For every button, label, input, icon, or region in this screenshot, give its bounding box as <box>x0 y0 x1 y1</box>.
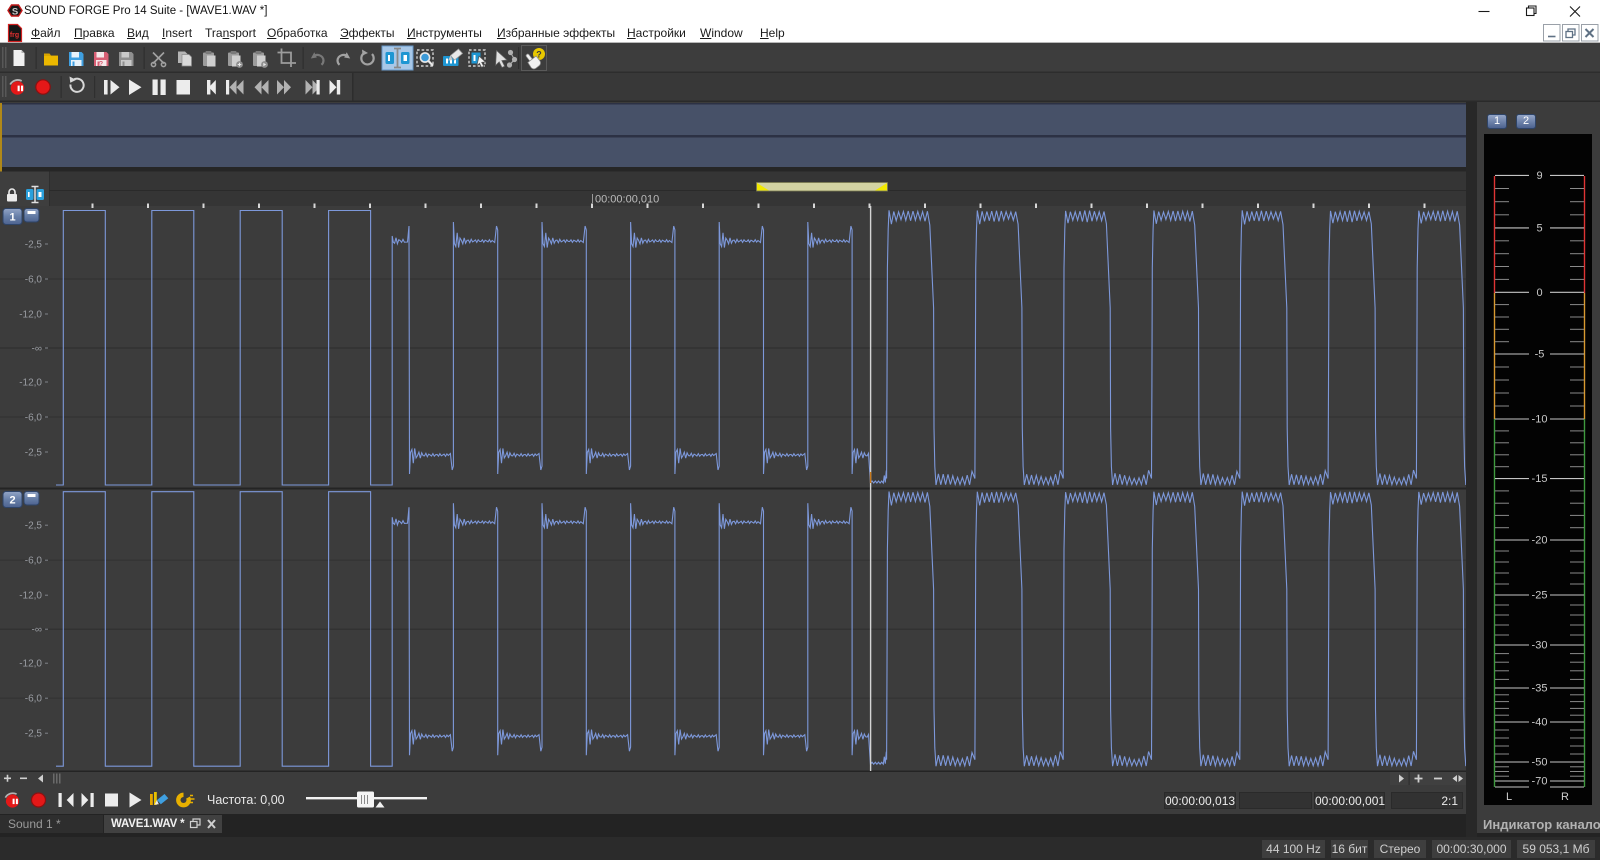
svg-text:-15: -15 <box>1532 473 1548 485</box>
svg-text:-6,0: -6,0 <box>25 275 43 286</box>
svg-text:-12,0: -12,0 <box>19 310 42 321</box>
svg-text:-50: -50 <box>1532 757 1548 769</box>
svg-text:-6,0: -6,0 <box>25 556 43 567</box>
svg-text:-12,0: -12,0 <box>19 591 42 602</box>
svg-text:-12,0: -12,0 <box>19 659 42 670</box>
svg-text:S: S <box>12 7 18 18</box>
svg-text:-10: -10 <box>1532 414 1548 426</box>
svg-text:-25: -25 <box>1532 590 1548 602</box>
svg-text:-2,5: -2,5 <box>25 240 43 251</box>
svg-text:5: 5 <box>1536 222 1542 234</box>
svg-text:-∞: -∞ <box>32 344 42 355</box>
svg-text:L: L <box>1506 791 1512 803</box>
svg-text:-6,0: -6,0 <box>25 694 43 705</box>
svg-text:-20: -20 <box>1532 535 1548 547</box>
svg-text:-12,0: -12,0 <box>19 378 42 389</box>
svg-text:1: 1 <box>9 212 15 224</box>
svg-text:-5: -5 <box>1535 349 1545 361</box>
svg-text:9: 9 <box>1536 170 1542 182</box>
svg-text:R: R <box>1561 791 1569 803</box>
svg-text:-6,0: -6,0 <box>25 413 43 424</box>
svg-text:-40: -40 <box>1532 717 1548 729</box>
svg-text:2: 2 <box>9 495 15 507</box>
svg-text:-2,5: -2,5 <box>25 729 43 740</box>
svg-text:-2,5: -2,5 <box>25 521 43 532</box>
svg-text:-2,5: -2,5 <box>25 448 43 459</box>
svg-text:00:00:00,010: 00:00:00,010 <box>595 194 659 206</box>
svg-text:-35: -35 <box>1532 683 1548 695</box>
svg-text:-30: -30 <box>1532 640 1548 652</box>
svg-text:?: ? <box>99 61 103 68</box>
svg-text:-∞: -∞ <box>32 625 42 636</box>
svg-text:0: 0 <box>1536 287 1542 299</box>
svg-text:-70: -70 <box>1532 776 1548 788</box>
